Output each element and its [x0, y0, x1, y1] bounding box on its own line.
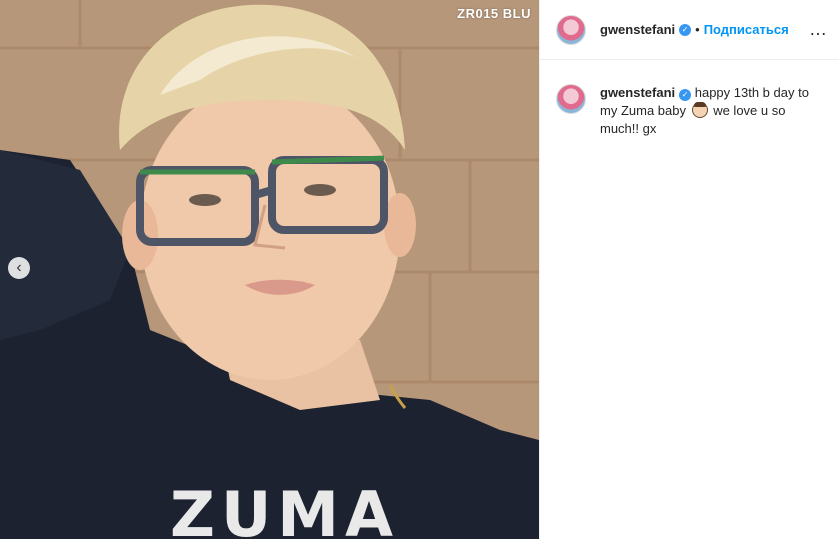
caption-username[interactable]: gwenstefani — [600, 85, 675, 100]
header-separator: • — [695, 22, 700, 37]
photo-watermark: ZR015 BLU — [457, 6, 531, 21]
verified-badge-icon: ✓ — [679, 23, 692, 36]
caption-row: gwenstefani ✓ happy 13th b day to my Zuma… — [540, 60, 839, 138]
verified-badge-icon: ✓ — [679, 89, 692, 101]
follow-button[interactable]: Подписаться — [704, 22, 789, 37]
photo-illustration — [0, 0, 539, 539]
chevron-left-icon: ‹ — [16, 259, 22, 276]
caption-avatar[interactable] — [556, 84, 586, 114]
shirt-print-text: ZUMA — [170, 478, 399, 539]
baby-emoji-icon — [691, 102, 708, 118]
caption-text: gwenstefani ✓ happy 13th b day to my Zuma… — [600, 84, 810, 138]
avatar[interactable] — [556, 14, 586, 45]
post-header: gwenstefani ✓ • Подписаться … — [540, 0, 839, 60]
carousel-prev-button[interactable]: ‹ — [8, 257, 30, 279]
header-username[interactable]: gwenstefani — [600, 22, 675, 37]
post-side-panel: gwenstefani ✓ • Подписаться … gwenstefan… — [539, 0, 839, 539]
post-photo[interactable]: ZR015 BLU ZUMA ‹ — [0, 0, 539, 539]
more-options-icon[interactable]: … — [809, 20, 828, 38]
